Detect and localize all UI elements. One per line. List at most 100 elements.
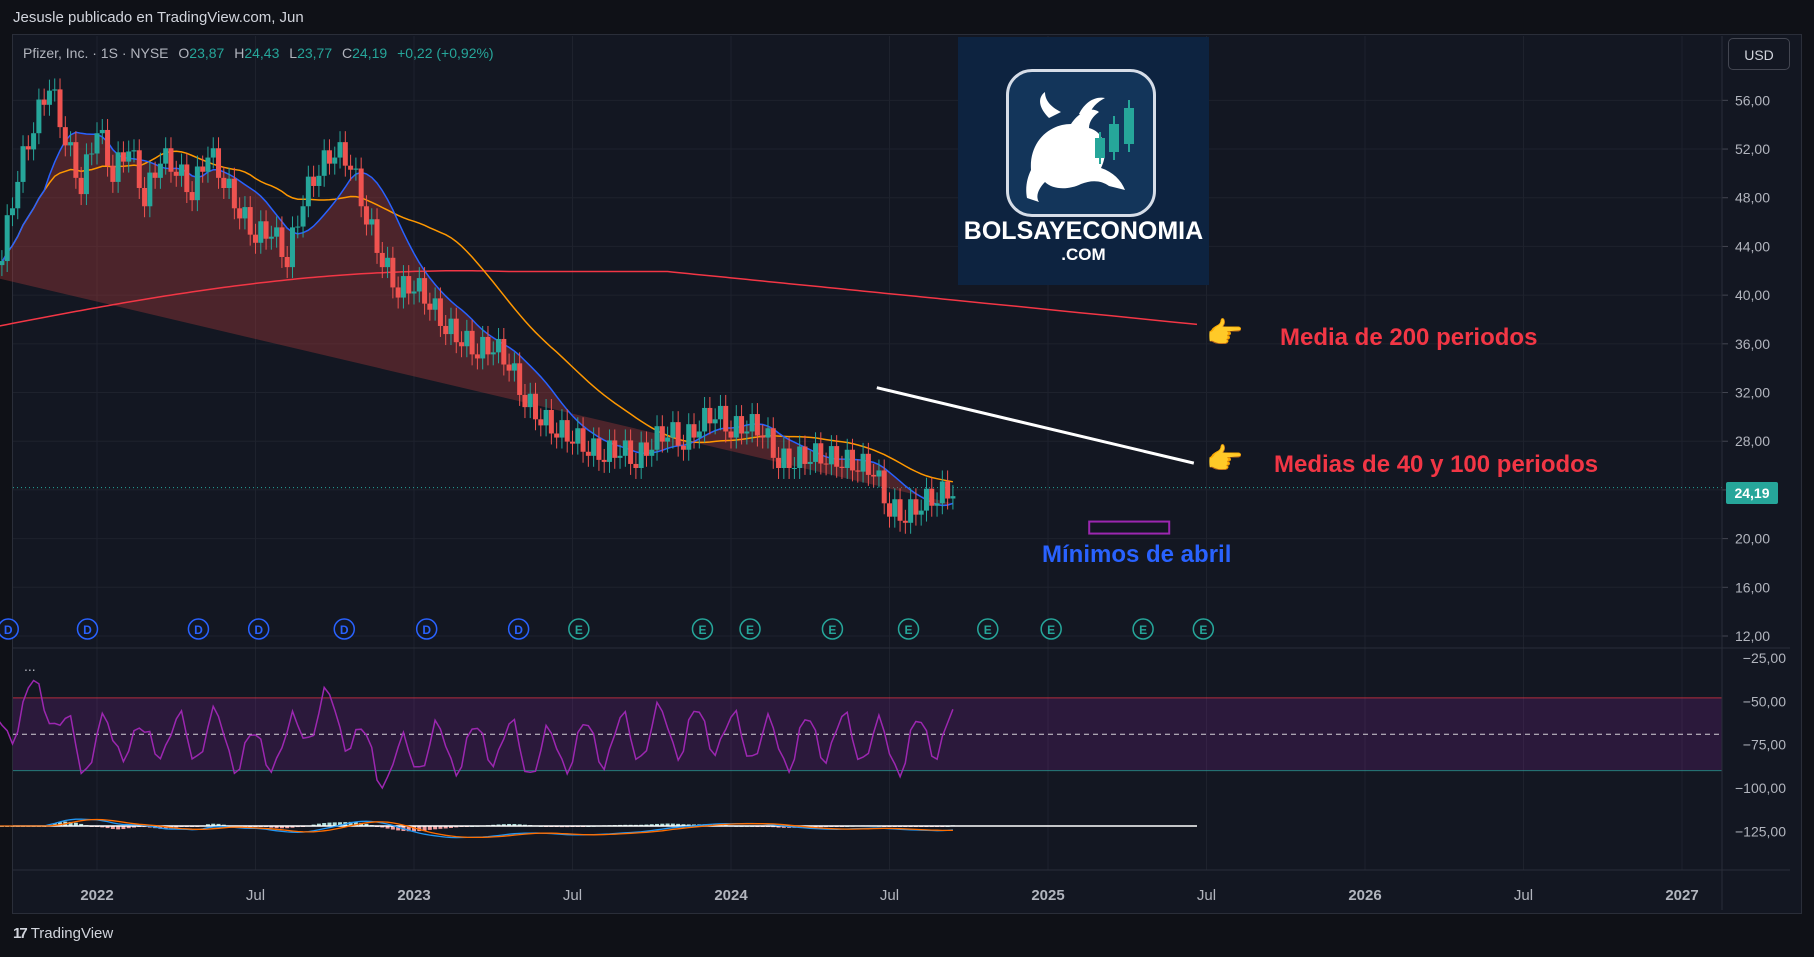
- candle-body: [717, 405, 723, 420]
- candle-body: [68, 142, 74, 146]
- candle-body: [342, 142, 348, 166]
- candle-body: [686, 424, 692, 450]
- legend-low: 23,77: [297, 45, 333, 61]
- candle-body: [31, 133, 37, 150]
- candle-body: [274, 227, 280, 237]
- candle-body: [321, 150, 327, 176]
- candle-body: [696, 431, 702, 438]
- candle-body: [168, 148, 174, 172]
- macd-panel: [0, 818, 1197, 839]
- candle-body: [194, 166, 200, 201]
- candle-body: [120, 152, 126, 162]
- candle-body: [89, 153, 95, 155]
- candle-body: [490, 352, 496, 355]
- candle-body: [723, 405, 729, 432]
- candle-body: [675, 422, 681, 446]
- time-tick-label: Jul: [1514, 887, 1533, 904]
- candle-body: [110, 165, 116, 182]
- marker-label: E: [698, 623, 706, 637]
- candle-body: [575, 428, 581, 444]
- price-tick-label: 48,00: [1735, 190, 1770, 206]
- candle-body: [929, 488, 935, 506]
- legend-low-label: L: [289, 45, 298, 61]
- candle-body: [643, 442, 649, 456]
- bull-icon: [1006, 69, 1156, 217]
- rsi-panel: −25,00 −50,00 −75,00 −100,00 −125,00: [0, 650, 1786, 839]
- time-tick-label: Jul: [880, 887, 899, 904]
- legend-high: 24,43: [244, 45, 280, 61]
- candle-body: [46, 90, 52, 105]
- candle-body: [654, 426, 660, 450]
- candle-body: [480, 336, 486, 359]
- candle-body: [522, 394, 528, 408]
- candle-body: [860, 453, 866, 472]
- candle-body: [902, 520, 908, 523]
- candle-body: [205, 157, 211, 172]
- candle-body: [702, 407, 708, 432]
- candle-body: [786, 448, 792, 468]
- candle-body: [395, 287, 401, 298]
- price-tick-label: 16,00: [1735, 579, 1770, 595]
- candle-body: [25, 146, 31, 150]
- candle-body: [617, 455, 623, 458]
- indicator-menu[interactable]: ...: [24, 658, 36, 674]
- candle-body: [9, 208, 15, 216]
- candle-body: [548, 409, 554, 434]
- candle-body: [15, 181, 21, 209]
- candle-body: [179, 164, 185, 176]
- marker-label: D: [4, 623, 13, 637]
- candle-body: [744, 431, 750, 434]
- marker-label: E: [746, 623, 754, 637]
- candle-body: [73, 142, 79, 178]
- candle-body: [649, 449, 655, 456]
- currency-button[interactable]: USD: [1728, 38, 1790, 70]
- footer-brand[interactable]: 17 TradingView: [13, 925, 113, 942]
- candle-body: [126, 151, 132, 162]
- candle-body: [897, 499, 903, 521]
- macd-line: [0, 818, 953, 839]
- marker-label: E: [575, 623, 583, 637]
- time-tick-label: 2022: [80, 887, 113, 904]
- candle-body: [728, 431, 734, 438]
- candle-body: [99, 129, 105, 134]
- last-price-tag: 24,19: [1726, 482, 1778, 504]
- candle-body: [443, 325, 449, 335]
- price-tick-label: 44,00: [1735, 238, 1770, 254]
- rsi-tick-label: −100,00: [1735, 780, 1786, 796]
- candle-body: [115, 152, 121, 182]
- candle-body: [876, 470, 882, 477]
- candle-body: [427, 303, 433, 310]
- marker-label: E: [1139, 623, 1147, 637]
- candle-body: [913, 499, 919, 515]
- price-tick-label: 28,00: [1735, 433, 1770, 449]
- time-tick-label: Jul: [1197, 887, 1216, 904]
- candle-body: [295, 226, 301, 228]
- candle-body: [173, 171, 179, 176]
- candle-body: [511, 363, 517, 371]
- candle-body: [210, 148, 216, 158]
- candle-body: [950, 496, 956, 499]
- candle-body: [638, 442, 644, 468]
- candle-body: [379, 252, 385, 268]
- candle-body: [580, 428, 586, 452]
- candle-body: [776, 457, 782, 468]
- marker-label: D: [340, 623, 349, 637]
- candle-body: [712, 419, 718, 424]
- candle-body: [289, 227, 295, 268]
- price-tick-label: 36,00: [1735, 336, 1770, 352]
- candle-body: [374, 219, 380, 253]
- symbol-legend: Pfizer, Inc. · 1S · NYSE O23,87 H24,43 L…: [23, 45, 494, 61]
- candle-body: [485, 336, 491, 355]
- price-tick-label: 56,00: [1735, 92, 1770, 108]
- candle-body: [453, 318, 459, 343]
- candle-body: [739, 416, 745, 434]
- candle-body: [908, 499, 914, 523]
- legend-open-label: O: [178, 45, 190, 61]
- candle-body: [844, 449, 850, 468]
- candle-body: [305, 176, 311, 207]
- candle-body: [216, 148, 222, 178]
- candle-body: [828, 446, 834, 465]
- candle-body: [918, 510, 924, 515]
- candle-body: [496, 338, 502, 353]
- candle-body: [564, 420, 570, 442]
